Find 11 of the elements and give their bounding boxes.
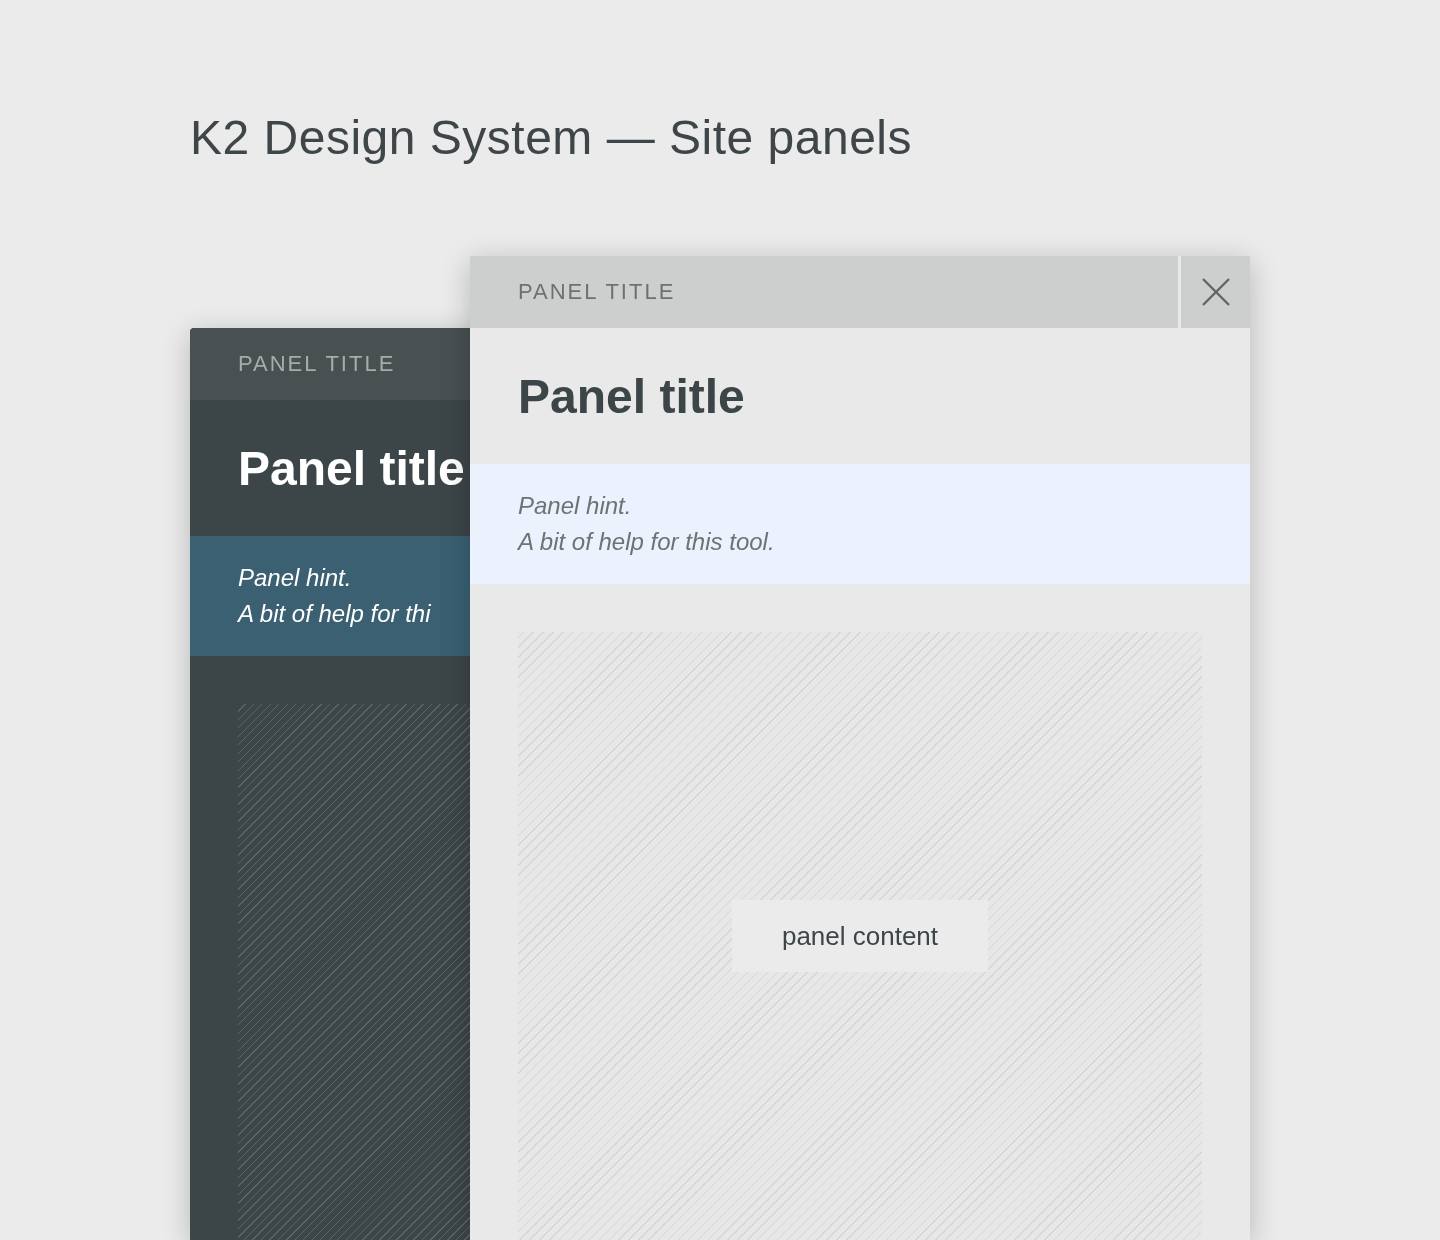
- hint-text: Panel hint.: [238, 563, 353, 593]
- content-label: panel content: [731, 900, 989, 972]
- panel-title: Panel title: [238, 440, 465, 496]
- hint-text: A bit of help for thi: [238, 599, 432, 629]
- panel-header-title: PANEL TITLE: [518, 279, 677, 305]
- hint-text: Panel hint.: [518, 491, 633, 521]
- panel-title: Panel title: [518, 368, 745, 424]
- page-title: K2 Design System — Site panels: [189, 110, 913, 166]
- panel-header-title: PANEL TITLE: [238, 351, 397, 377]
- close-icon: [1201, 278, 1230, 306]
- hint-text: A bit of help for this tool.: [518, 527, 776, 557]
